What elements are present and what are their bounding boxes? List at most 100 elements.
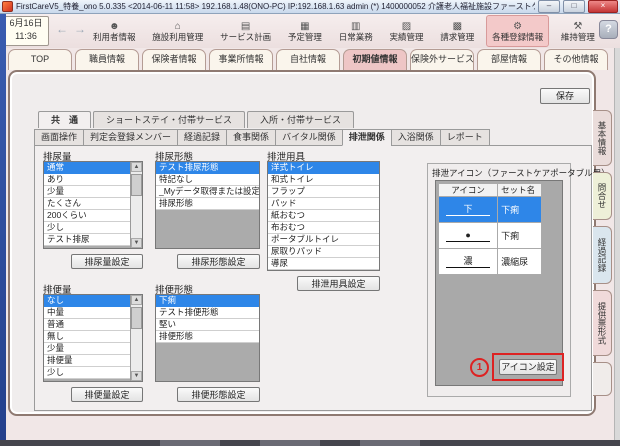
tab-heya-joho[interactable]: 部屋情報: [477, 49, 541, 70]
toolbar-button-riyosha-joho[interactable]: ☻ 利用者情報: [88, 16, 141, 46]
list-item[interactable]: テスト排尿形態: [156, 162, 259, 174]
list-item[interactable]: 尿取りパッド: [268, 246, 379, 258]
list-item[interactable]: 排便形態: [156, 331, 259, 343]
minimize-button[interactable]: –: [538, 0, 560, 13]
billing-icon: ▩: [453, 21, 462, 32]
toolbar-button-jisseki-kanri[interactable]: ▨ 実績管理: [384, 16, 428, 46]
tab-jisha-joho[interactable]: 自社情報: [276, 49, 340, 70]
scroll-thumb[interactable]: [131, 307, 142, 329]
category-tab-shokuji-kankei[interactable]: 食事関係: [226, 129, 275, 146]
forward-arrow-icon[interactable]: →: [74, 22, 86, 36]
maximize-button[interactable]: □: [563, 0, 585, 13]
icon-table-row[interactable]: 下 下痢: [439, 197, 542, 223]
category-tab-nyuyoku-kankei[interactable]: 入浴関係: [391, 129, 440, 146]
list-item[interactable]: 少量: [44, 343, 130, 355]
icon-table-row[interactable]: ● 下痢: [439, 223, 542, 249]
category-tab-hanteikai-member[interactable]: 判定会登録メンバー: [83, 129, 177, 146]
side-tab-kihon-joho[interactable]: 基本情報: [593, 110, 612, 166]
list-item[interactable]: 紙おむつ: [268, 210, 379, 222]
group-tab-common[interactable]: 共 通: [38, 111, 91, 128]
scrollbar[interactable]: ▲ ▼: [130, 295, 142, 381]
scroll-up-icon[interactable]: ▲: [131, 295, 142, 305]
tab-shokuin-joho[interactable]: 職員情報: [75, 49, 139, 70]
scroll-up-icon[interactable]: ▲: [131, 162, 142, 172]
help-button[interactable]: ?: [599, 20, 618, 39]
list-item[interactable]: フラップ: [268, 186, 379, 198]
tab-shokichi-joho[interactable]: 初期値情報: [343, 49, 407, 70]
tab-top[interactable]: TOP: [8, 49, 72, 70]
list-item[interactable]: 通常: [44, 162, 130, 174]
icon-table-header: アイコン セット名: [439, 184, 542, 197]
category-tab-keika-kiroku[interactable]: 経過記録: [177, 129, 226, 146]
save-button[interactable]: 保存: [540, 88, 590, 104]
list-item[interactable]: 普通: [44, 319, 130, 331]
list-item[interactable]: 導尿: [268, 258, 379, 270]
toolbar-button-service-keikaku[interactable]: ▤ サービス計画: [215, 16, 276, 46]
stool-form-settings-button[interactable]: 排便形態設定: [177, 387, 260, 402]
list-item[interactable]: _Myデータ取得または設定: [156, 186, 259, 198]
toolbar-button-seikyu-kanri[interactable]: ▩ 請求管理: [435, 16, 479, 46]
side-tab-toiawase[interactable]: 問合せ: [593, 172, 612, 220]
side-tab-teikyohyo-keishiki[interactable]: 提供票形式: [593, 290, 612, 356]
urine-form-settings-button[interactable]: 排尿形態設定: [177, 254, 260, 269]
list-item[interactable]: パッド: [268, 198, 379, 210]
list-item[interactable]: あり: [44, 174, 130, 186]
back-arrow-icon[interactable]: ←: [56, 22, 68, 36]
stool-amount-settings-button[interactable]: 排便量設定: [71, 387, 143, 402]
category-tab-bar: 画面操作 判定会登録メンバー 経過記録 食事関係 バイタル関係 排泄関係 入浴関…: [34, 129, 490, 146]
category-tab-vital-kankei[interactable]: バイタル関係: [275, 129, 342, 146]
list-item[interactable]: 和式トイレ: [268, 174, 379, 186]
list-item[interactable]: テスト排尿: [44, 234, 130, 246]
date-time-box[interactable]: 6月16日 11:36: [3, 16, 49, 46]
urine-amount-settings-button[interactable]: 排尿量設定: [71, 254, 143, 269]
list-item[interactable]: テスト排便形態: [156, 307, 259, 319]
toolbar-button-kakushu-toroku-joho[interactable]: ⚙ 各種登録情報: [486, 15, 549, 47]
tab-sonota-joho[interactable]: その他情報: [544, 49, 608, 70]
tab-hokensha-joho[interactable]: 保険者情報: [142, 49, 206, 70]
scrollbar[interactable]: ▲ ▼: [130, 162, 142, 248]
category-tab-haisetsu-kankei[interactable]: 排泄関係: [342, 129, 391, 146]
toolbar-button-shisetsu-riyo-kanri[interactable]: ⌂ 施設利用管理: [147, 16, 208, 46]
date-label: 6月16日: [4, 17, 48, 30]
initial-values-panel: 保存 共 通 ショートステイ・付帯サービス 入所・付帯サービス 画面操作 判定会…: [8, 70, 596, 416]
list-item[interactable]: 下痢: [156, 295, 259, 307]
icon-settings-button[interactable]: アイコン設定: [499, 359, 557, 375]
list-item[interactable]: ポータブルトイレ: [268, 234, 379, 246]
list-item[interactable]: 洋式トイレ: [268, 162, 379, 174]
list-item[interactable]: たくさん: [44, 198, 130, 210]
list-item[interactable]: 少し: [44, 367, 130, 379]
close-button[interactable]: ×: [588, 0, 618, 13]
list-item[interactable]: 布おむつ: [268, 222, 379, 234]
toolbar-button-yotei-kanri[interactable]: ▦ 予定管理: [283, 16, 327, 46]
icon-table: アイコン セット名 下 下痢 ●: [438, 183, 542, 275]
list-item[interactable]: 排尿形態: [156, 198, 259, 210]
list-item[interactable]: 少量: [44, 186, 130, 198]
toolbar-button-nichijo-gyomu[interactable]: ▥ 日常業務: [334, 16, 378, 46]
set-name: 下痢: [498, 223, 542, 249]
scroll-down-icon[interactable]: ▼: [131, 371, 142, 381]
group-tab-shortstay[interactable]: ショートステイ・付帯サービス: [93, 111, 245, 128]
side-tab-empty[interactable]: [593, 362, 612, 396]
group-tab-nyusho[interactable]: 入所・付帯サービス: [247, 111, 354, 128]
toolbar-button-iji-kanri[interactable]: ⚒ 維持管理: [556, 16, 600, 46]
list-item[interactable]: なし: [44, 295, 130, 307]
scroll-down-icon[interactable]: ▼: [131, 238, 142, 248]
list-item[interactable]: 排便量: [44, 355, 130, 367]
list-item[interactable]: 特記なし: [156, 174, 259, 186]
list-item[interactable]: 堅い: [156, 319, 259, 331]
tools-settings-button[interactable]: 排泄用具設定: [297, 276, 380, 291]
category-tab-report[interactable]: レポート: [440, 129, 490, 146]
list-item[interactable]: 200くらい: [44, 210, 130, 222]
scroll-thumb[interactable]: [131, 174, 142, 196]
tab-jigyosho-joho[interactable]: 事業所情報: [209, 49, 273, 70]
category-tab-gamen-sosa[interactable]: 画面操作: [34, 129, 83, 146]
list-item[interactable]: 無し: [44, 331, 130, 343]
side-tab-keika-kiroku[interactable]: 経過記録: [593, 226, 612, 284]
taskbar[interactable]: [0, 440, 620, 446]
tab-hokengai-service-joho[interactable]: 保険外サービス情報: [410, 49, 474, 70]
list-item[interactable]: 少し: [44, 222, 130, 234]
list-item[interactable]: 中量: [44, 307, 130, 319]
stool-amount-list: なし 中量 普通 無し 少量 排便量 少し ▲ ▼: [43, 294, 143, 382]
icon-table-row[interactable]: 濃 濃縮尿: [439, 249, 542, 275]
stool-form-list: 下痢 テスト排便形態 堅い 排便形態: [155, 294, 260, 382]
